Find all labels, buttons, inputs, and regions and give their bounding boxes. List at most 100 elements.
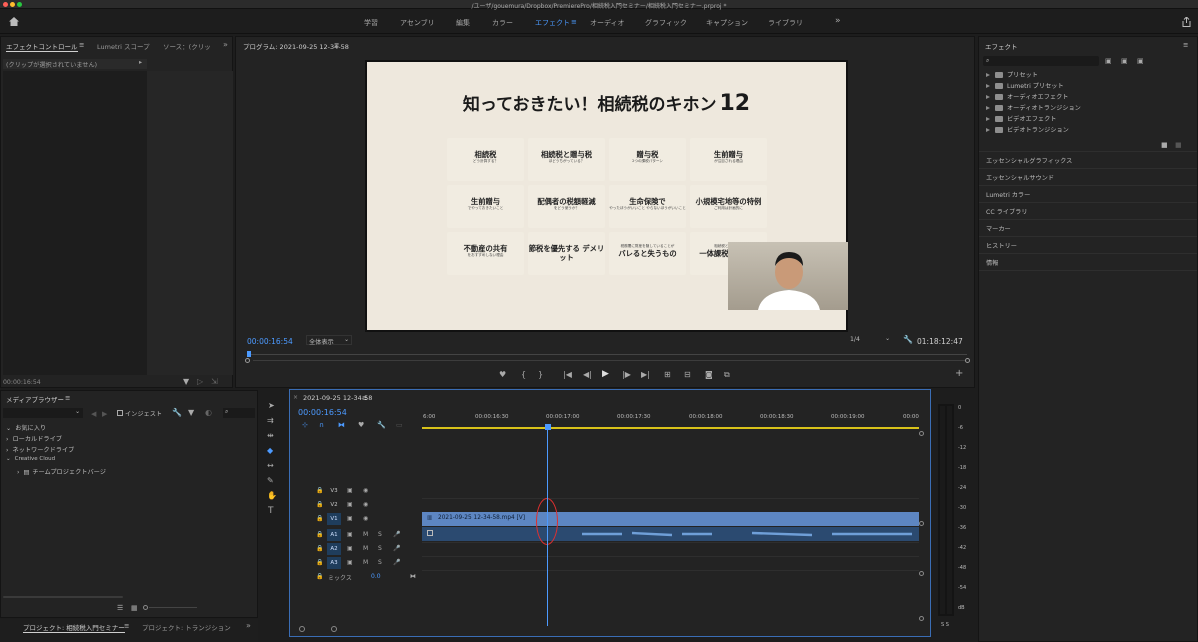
eye-icon[interactable]: ◉ [363,501,368,508]
panel-overflow-icon[interactable]: » [223,40,228,49]
time-ruler[interactable]: 6:00 00:00:16:30 00:00:17:00 00:00:17:30… [422,412,924,436]
microphone-icon[interactable]: 🎤 [393,559,400,566]
lift-icon[interactable]: ⊞ [664,371,671,379]
wrench-icon[interactable]: 🔧 [903,336,913,344]
scroll-thumb[interactable] [3,596,123,598]
tab-project-transitions[interactable]: プロジェクト: トランジション [142,622,231,632]
work-area-bar[interactable] [422,427,919,429]
forward-icon[interactable]: ▶ [102,410,107,418]
tab-project-seminar[interactable]: プロジェクト: 相続税入門セミナー [23,622,125,633]
lock-icon[interactable]: 🔒 [316,501,323,508]
timeline-playhead-line[interactable] [547,430,548,626]
mark-out-icon[interactable]: } [538,371,543,379]
horizontal-zoom-handle-left[interactable] [299,626,305,632]
back-icon[interactable]: ◀ [91,410,96,418]
tab-source[interactable]: ソース：(クリッ [163,41,213,51]
timeline-current-timecode[interactable]: 00:00:16:54 [298,408,347,417]
go-to-out-icon[interactable]: ▶| [641,371,650,379]
sync-lock-icon[interactable]: ▣ [347,501,353,508]
mute-button[interactable]: M [363,531,368,538]
view-icon[interactable]: ◐ [205,409,212,417]
effects-search-input[interactable]: ⌕ [983,56,1099,66]
lock-icon[interactable]: 🔒 [316,545,323,552]
sync-lock-icon[interactable]: ▣ [347,487,353,494]
step-back-icon[interactable]: ◀| [583,371,592,379]
tab-effect-controls[interactable]: エフェクトコントロール [6,41,78,52]
panel-menu-icon[interactable]: ≡ [79,41,84,49]
32bit-effects-icon[interactable]: ▣ [1121,57,1128,65]
hand-tool-icon[interactable]: ✋ [267,492,277,500]
media-tree-network-drives[interactable]: › ネットワークドライブ [6,445,74,454]
eye-icon[interactable]: ◉ [363,515,368,522]
sequence-menu-icon[interactable]: ≡ [362,394,367,402]
share-icon[interactable] [1182,17,1191,27]
selection-tool-icon[interactable]: ➤ [268,402,275,410]
location-dropdown[interactable]: ⌄ [3,408,83,418]
effects-tree-item-lumetri-presets[interactable]: Lumetri プリセット [986,81,1064,90]
track-label-a1[interactable]: A1 [327,529,341,541]
sync-lock-icon[interactable]: ▣ [347,531,353,538]
program-video-frame[interactable]: 知っておきたい！相続税のキホン 12 相続税 どう計算する？ 相続税と贈与税 ほどうちが… [365,60,848,332]
sync-lock-icon[interactable]: ▣ [347,559,353,566]
media-tree-local-drives[interactable]: › ローカルドライブ [6,434,62,443]
add-button-icon[interactable]: + [955,369,963,379]
effects-tree-item-video-effects[interactable]: ビデオエフェクト [986,114,1057,123]
razor-tool-icon[interactable]: ◆ [267,447,273,455]
fit-dropdown[interactable]: 全体表示 ⌄ [306,335,352,346]
section-essential-graphics[interactable]: エッセンシャルグラフィックス [986,156,1072,165]
sync-lock-icon[interactable]: ▣ [347,545,353,552]
program-menu-icon[interactable]: ≡ [334,41,339,49]
filter-icon[interactable]: ▼ [183,378,189,386]
effects-tree-item-presets[interactable]: プリセット [986,70,1038,79]
zoom-slider-track[interactable] [149,607,197,608]
close-sequence-icon[interactable]: × [293,394,298,401]
delete-icon[interactable]: ■ [1175,141,1182,149]
section-info[interactable]: 情報 [986,258,998,267]
workspace-tab-learn[interactable]: 学習 [364,18,378,28]
nest-icon[interactable]: ⊹ [302,421,308,429]
mute-button[interactable]: M [363,545,368,552]
scroll-handle[interactable] [919,521,924,526]
add-marker-icon[interactable]: ♥ [499,371,506,379]
tab-lumetri-scopes[interactable]: Lumetri スコープ [97,41,150,51]
ripple-edit-tool-icon[interactable]: ⇹ [267,432,274,440]
solo-button[interactable]: S [378,531,382,538]
media-browser-menu-icon[interactable]: ≡ [65,394,70,402]
solo-button[interactable]: S [378,559,382,566]
effects-menu-icon[interactable]: ≡ [1183,41,1188,49]
mark-in-icon[interactable]: { [521,371,526,379]
mix-value[interactable]: 0.0 [371,573,381,580]
zoom-handle-right[interactable] [965,358,970,363]
lock-icon[interactable]: 🔒 [316,515,323,522]
video-clip[interactable]: ▥ 2021-09-25 12-34-58.mp4 [V] [422,512,919,526]
workspace-tab-edit[interactable]: 編集 [456,18,470,28]
effects-tree-item-audio-effects[interactable]: オーディオエフェクト [986,92,1068,101]
slip-tool-icon[interactable]: ↔ [267,462,274,470]
horizontal-zoom-handle-right[interactable] [331,626,337,632]
clip-selector[interactable]: (クリップが選択されていません) ▸ [3,59,147,69]
new-bin-icon[interactable]: ■ [1161,141,1168,149]
media-tree-team-projects[interactable]: › ▤ チームプロジェクトバージ [17,467,106,476]
audio-clip[interactable] [422,527,919,541]
effects-tree-item-audio-transitions[interactable]: オーディオトランジション [986,103,1081,112]
section-markers[interactable]: マーカー [986,224,1011,233]
panel-overflow-icon[interactable]: » [246,621,251,630]
snap-icon[interactable]: ∩ [319,421,324,429]
lock-icon[interactable]: 🔒 [316,559,323,566]
workspace-overflow-icon[interactable]: » [835,16,841,26]
step-forward-icon[interactable]: |▶ [622,371,631,379]
timeline-playhead-handle[interactable] [545,424,551,430]
list-view-icon[interactable]: ☰ [117,604,123,612]
workspace-tab-assembly[interactable]: アセンブリ [400,18,435,28]
track-label-v3[interactable]: V3 [327,485,341,497]
eye-icon[interactable]: ◉ [363,487,368,494]
workspace-tab-effects[interactable]: エフェクト [535,18,570,28]
track-label-a3[interactable]: A3 [327,557,341,569]
zoom-slider-handle[interactable] [143,605,148,610]
section-lumetri-color[interactable]: Lumetri カラー [986,190,1030,199]
filter-icon[interactable]: ▼ [188,409,194,417]
captions-icon[interactable]: ▭ [396,421,403,429]
wrench-icon[interactable]: 🔧 [172,409,182,417]
effects-tree-item-video-transitions[interactable]: ビデオトランジション [986,125,1069,134]
media-horizontal-scrollbar[interactable] [1,594,257,600]
